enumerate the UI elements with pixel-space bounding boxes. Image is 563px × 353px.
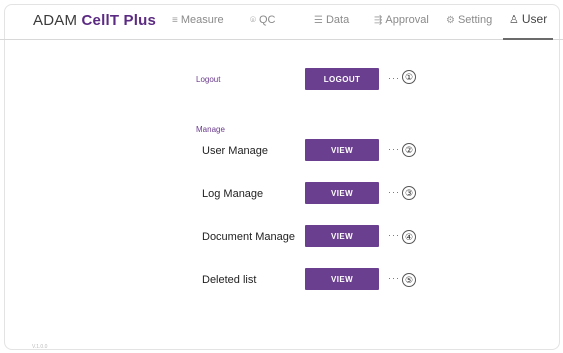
user-manage-view-button[interactable]: VIEW xyxy=(305,139,379,161)
deleted-list-view-button[interactable]: VIEW xyxy=(305,268,379,290)
log-manage-view-button[interactable]: VIEW xyxy=(305,182,379,204)
callout-dots: ··· xyxy=(388,144,400,154)
user-manage-label: User Manage xyxy=(202,145,269,157)
document-manage-view-button[interactable]: VIEW xyxy=(305,225,379,247)
callout-marker-5: ⑤ xyxy=(402,273,416,287)
nav-item-data[interactable]: ☰ Data xyxy=(314,0,349,40)
nav-item-label: Approval xyxy=(385,14,429,26)
nav-item-setting[interactable]: ⚙ Setting xyxy=(446,0,492,40)
nav-item-label: Setting xyxy=(457,14,493,26)
callout-dots: ··· xyxy=(388,73,400,83)
callout-marker-4: ④ xyxy=(402,230,416,244)
logout-section-label: Logout xyxy=(196,75,221,84)
callout-marker-1: ① xyxy=(402,70,416,84)
list-icon: ≡ xyxy=(172,14,178,26)
gear-icon: ⚙ xyxy=(446,14,455,26)
nav-item-user[interactable]: ♙ User xyxy=(503,0,554,40)
app-logo: ADAM CellT Plus xyxy=(33,12,156,32)
nav-item-label: Measure xyxy=(180,14,224,26)
nav-item-measure[interactable]: ≡ Measure xyxy=(172,0,224,40)
shield-check-icon: ⌾ xyxy=(250,14,256,26)
nav-item-qc[interactable]: ⌾ QC xyxy=(250,0,276,40)
callout-dots: ··· xyxy=(388,273,400,283)
nav-item-label: User xyxy=(521,12,548,26)
version-text: V.1.0.0 xyxy=(32,344,48,350)
brand-prefix: ADAM xyxy=(33,12,82,29)
callout-dots: ··· xyxy=(388,187,400,197)
nav-item-label: Data xyxy=(325,14,350,26)
logout-button[interactable]: LOGOUT xyxy=(305,68,379,90)
callout-marker-3: ③ xyxy=(402,186,416,200)
approval-icon: ⇶ xyxy=(374,14,383,26)
callout-dots: ··· xyxy=(388,230,400,240)
list-icon: ☰ xyxy=(314,14,323,26)
nav-item-label: QC xyxy=(259,14,276,26)
deleted-list-label: Deleted list xyxy=(202,274,257,286)
top-navigation-bar: ADAM CellT Plus ≡ Measure ⌾ QC ☰ Data ⇶ … xyxy=(0,0,563,40)
callout-marker-2: ② xyxy=(402,143,416,157)
app-window xyxy=(4,4,560,350)
manage-section-label: Manage xyxy=(196,125,225,134)
brand-name: CellT Plus xyxy=(81,12,157,29)
user-icon: ♙ xyxy=(509,13,519,26)
nav-item-approval[interactable]: ⇶ Approval xyxy=(374,0,429,40)
log-manage-label: Log Manage xyxy=(202,188,264,200)
document-manage-label: Document Manage xyxy=(202,231,295,243)
